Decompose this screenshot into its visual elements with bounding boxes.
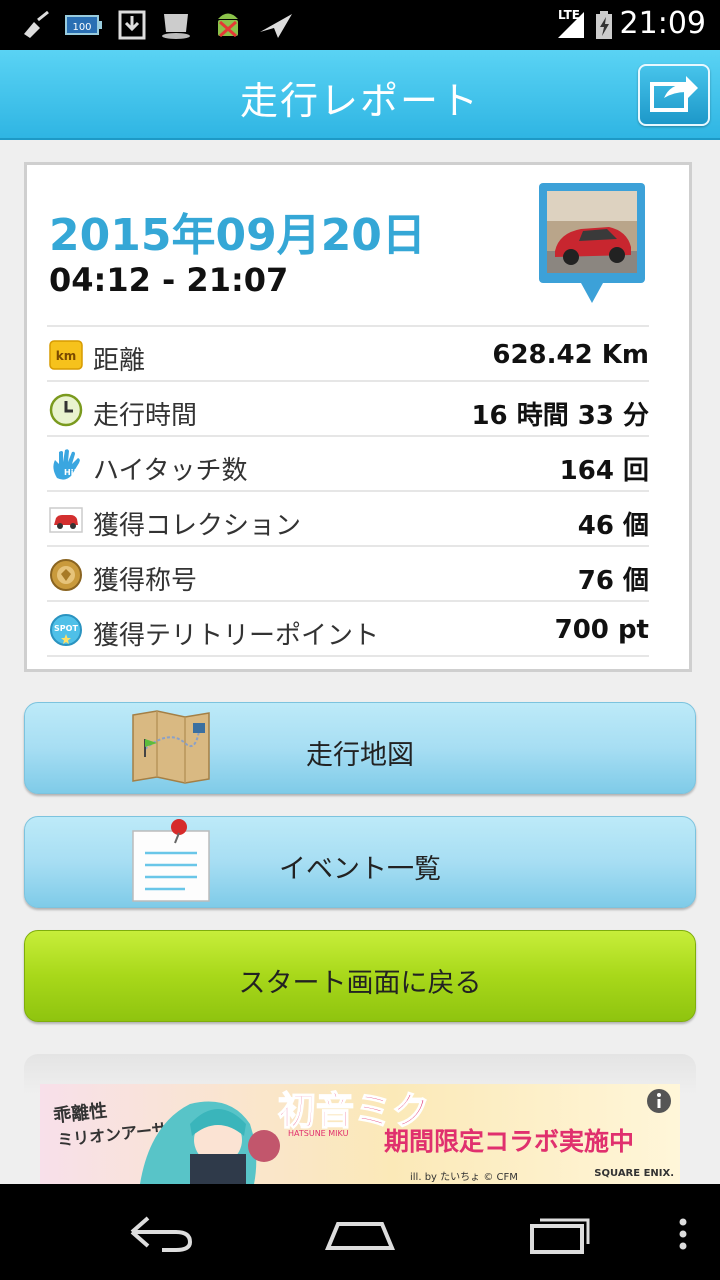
signal-icon [558, 12, 584, 38]
hand-icon: Hi! [53, 449, 80, 480]
clock-icon [49, 393, 83, 427]
stat-value: 76 個 [577, 566, 649, 596]
ad-headline: 期間限定コラボ実施中 [384, 1127, 635, 1156]
svg-text:乖離性: 乖離性 [52, 1099, 108, 1127]
stat-distance: km 距離 628.42 Km [47, 325, 649, 380]
report-time-range: 04:12 - 21:07 [49, 261, 289, 299]
battery-icon [596, 11, 612, 39]
svg-text:km: km [56, 349, 76, 363]
info-icon[interactable] [646, 1088, 672, 1114]
stat-value: 164 回 [559, 456, 649, 486]
svg-text:100: 100 [72, 22, 91, 33]
share-button[interactable] [638, 64, 710, 126]
stat-label: 獲得コレクション [93, 511, 302, 541]
broom-icon [24, 10, 49, 38]
stat-drive-time: 走行時間 16 時間 33 分 [47, 380, 649, 435]
ad-brand: SQUARE ENIX. [594, 1168, 674, 1179]
stat-territory-points: SPOT 獲得テリトリーポイント 700 pt [47, 600, 649, 657]
battery-saver-icon: 100 [65, 15, 102, 35]
stat-high-touch: Hi! ハイタッチ数 164 回 [47, 435, 649, 490]
stat-value: 700 pt [554, 615, 649, 645]
navigation-bar [0, 1184, 720, 1280]
medal-icon [50, 559, 82, 591]
stat-label: 獲得称号 [93, 566, 198, 596]
paper-plane-icon [260, 14, 292, 38]
stats-list: km 距離 628.42 Km 走行時間 16 時間 33 分 Hi! ハイタッ… [47, 325, 649, 657]
overflow-menu-icon[interactable] [668, 1184, 698, 1280]
status-bar: 100 LTE 21:09 [0, 0, 720, 50]
page-title: 走行レポート [239, 79, 480, 123]
stat-label: 獲得テリトリーポイント [93, 621, 380, 651]
spot-icon: SPOT [50, 614, 82, 646]
event-list-button[interactable]: イベント一覧 [24, 816, 696, 908]
stat-label: 走行時間 [93, 401, 198, 431]
stat-titles: 獲得称号 76 個 [47, 545, 649, 600]
android-icon [218, 13, 238, 38]
stat-value: 628.42 Km [492, 340, 649, 370]
stat-value: 46 個 [577, 511, 649, 541]
stat-label: ハイタッチ数 [93, 456, 248, 486]
stat-collection: 獲得コレクション 46 個 [47, 490, 649, 545]
car-icon [49, 507, 83, 533]
button-label: イベント一覧 [279, 854, 441, 885]
report-date: 2015年09月20日 [49, 210, 426, 261]
svg-text:Hi!: Hi! [64, 468, 77, 477]
cup-icon [162, 14, 190, 39]
recent-apps-icon[interactable] [518, 1184, 602, 1280]
share-icon [650, 76, 698, 112]
km-icon: km [49, 340, 83, 370]
back-to-start-button[interactable]: スタート画面に戻る [24, 930, 696, 1022]
svg-text:SPOT: SPOT [54, 624, 78, 633]
stat-label: 距離 [93, 346, 146, 376]
report-card: 2015年09月20日 04:12 - 21:07 km 距離 628.42 K… [24, 162, 692, 672]
stat-value: 16 時間 33 分 [471, 401, 649, 431]
button-label: 走行地図 [306, 740, 414, 771]
drive-map-button[interactable]: 走行地図 [24, 702, 696, 794]
ad-banner[interactable]: 乖離性 ミリオンアーサー 初音ミク HATSUNE MIKU 期間限定コラボ実施… [40, 1084, 680, 1184]
home-icon[interactable] [318, 1184, 402, 1280]
button-label: スタート画面に戻る [238, 968, 482, 999]
svg-text:HATSUNE MIKU: HATSUNE MIKU [288, 1129, 349, 1138]
car-photo-pin[interactable] [537, 181, 647, 311]
ad-credit: ill. by たいちょ © CFM [410, 1172, 518, 1183]
clock-time: 21:09 [619, 6, 706, 41]
download-icon [118, 10, 146, 40]
back-icon[interactable] [118, 1184, 202, 1280]
app-header: 走行レポート [0, 50, 720, 140]
